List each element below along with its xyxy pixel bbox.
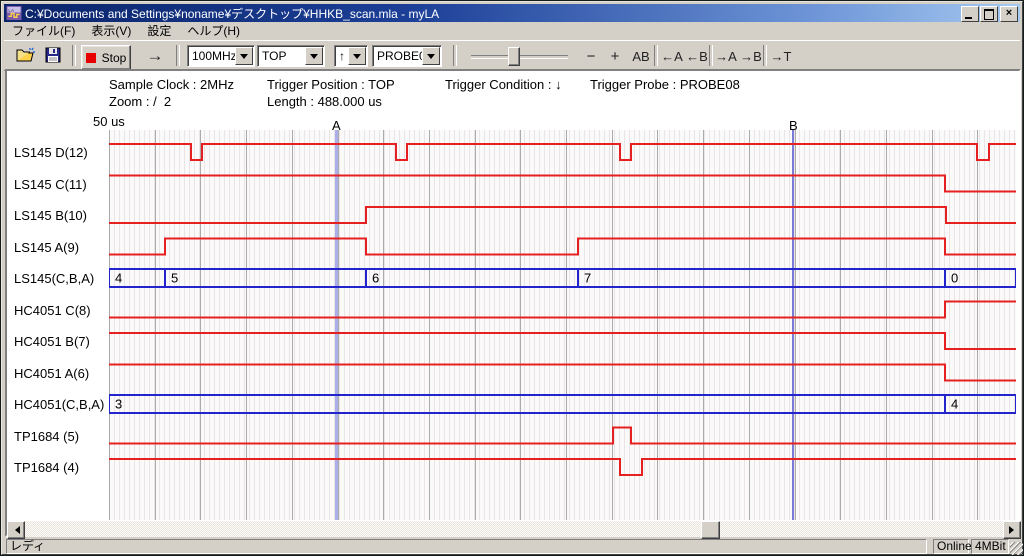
signal-trace-hc4051-b-7- (109, 333, 1016, 349)
status-bar: レディ Online 4MBit (5, 539, 1023, 555)
bus-value-hc4051-c-b-a--1: 4 (951, 397, 958, 412)
signal-trace-tp1684-4- (109, 459, 1016, 475)
signal-trace-tp1684-5- (109, 428, 1016, 444)
bus-value-ls145-c-b-a--3: 7 (584, 271, 591, 286)
channel-label-ls145-c-11-: LS145 C(11) (14, 177, 87, 192)
bus-value-ls145-c-b-a--0: 4 (115, 271, 122, 286)
bus-trace-hc4051-c-b-a- (109, 395, 1016, 413)
signal-trace-hc4051-c-8- (109, 302, 1016, 318)
bus-value-ls145-c-b-a--4: 0 (951, 271, 958, 286)
signal-trace-ls145-c-11- (109, 176, 1016, 192)
channel-label-tp1684-4-: TP1684 (4) (14, 460, 79, 475)
channel-label-ls145-c-b-a-: LS145(C,B,A) (14, 271, 94, 286)
channel-label-ls145-a-9-: LS145 A(9) (14, 240, 79, 255)
app-window: LA C:¥Documents and Settings¥noname¥デスクト… (1, 1, 1023, 555)
scroll-left-button[interactable] (7, 521, 25, 539)
info-row2-item-1: Length : 488.000 us (267, 94, 382, 109)
bus-trace-ls145-c-b-a- (109, 269, 1016, 287)
signal-trace-ls145-a-9- (109, 239, 1016, 255)
channel-label-hc4051-a-6-: HC4051 A(6) (14, 366, 89, 381)
info-row1-item-2: Trigger Condition : ↓ (445, 77, 562, 92)
channel-label-hc4051-b-7-: HC4051 B(7) (14, 334, 90, 349)
channel-label-hc4051-c-b-a-: HC4051(C,B,A) (14, 397, 104, 412)
channel-label-tp1684-5-: TP1684 (5) (14, 429, 79, 444)
waveform-canvas[interactable]: 4 5 6 7 0 3 4 (109, 130, 1016, 520)
info-row1-item-0: Sample Clock : 2MHz (109, 77, 234, 92)
horizontal-scrollbar[interactable] (7, 521, 1021, 537)
signal-trace-ls145-b-10- (109, 207, 1016, 223)
memory-size-badge: 4MBit (971, 539, 1009, 554)
online-status-badge: Online (933, 539, 969, 554)
info-row1-item-3: Trigger Probe : PROBE08 (590, 77, 740, 92)
left-arrow-icon (11, 526, 20, 534)
status-message: レディ (6, 539, 927, 554)
marker-b-label: B (789, 118, 798, 133)
channel-label-ls145-b-10-: LS145 B(10) (14, 208, 87, 223)
info-row2-item-0: Zoom : / 2 (109, 94, 171, 109)
channel-label-ls145-d-12-: LS145 D(12) (14, 145, 88, 160)
signal-trace-ls145-d-12- (109, 144, 1016, 160)
resize-grip[interactable] (1010, 542, 1023, 555)
bus-value-ls145-c-b-a--2: 6 (372, 271, 379, 286)
bus-value-ls145-c-b-a--1: 5 (171, 271, 178, 286)
scrollbar-thumb[interactable] (701, 521, 720, 539)
scroll-right-button[interactable] (1003, 521, 1021, 539)
signal-trace-hc4051-a-6- (109, 365, 1016, 381)
channel-label-hc4051-c-8-: HC4051 C(8) (14, 303, 91, 318)
wave-plot-region[interactable]: 4 5 6 7 0 3 4 (109, 130, 1016, 520)
page-layer: Sample Clock : 2MHz Trigger Position : TO… (2, 2, 1022, 554)
right-arrow-icon (1009, 526, 1018, 534)
info-row1-item-1: Trigger Position : TOP (267, 77, 395, 92)
bus-value-hc4051-c-b-a--0: 3 (115, 397, 122, 412)
time-scale-label: 50 us (93, 114, 125, 129)
marker-a-label: A (332, 118, 341, 133)
